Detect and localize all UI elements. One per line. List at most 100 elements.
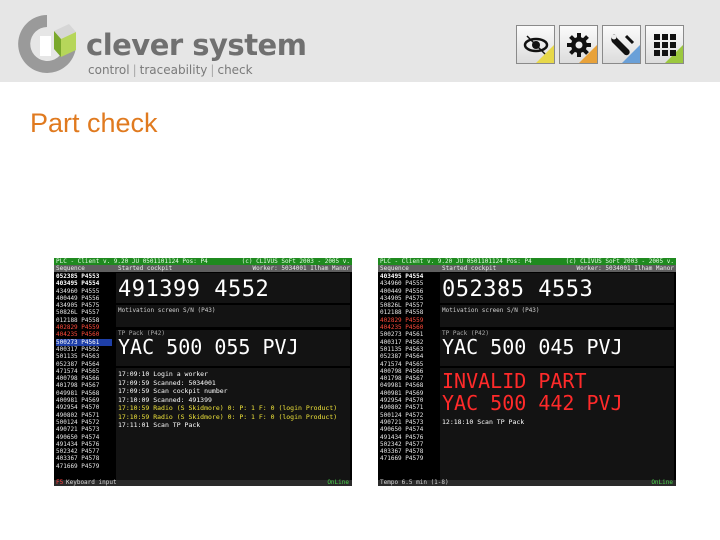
log-entry: 17:09:59 Scanned: 5034001	[118, 378, 216, 387]
tagline: control | traceability | check	[88, 63, 253, 77]
page-title: Part check	[30, 108, 158, 138]
clever-system-logo-icon	[18, 15, 76, 73]
sequence-item[interactable]: 490721 P4573	[56, 426, 112, 433]
sequence-item[interactable]: 50826L P4557	[56, 309, 112, 316]
section-header: Started cockpit	[118, 265, 173, 272]
sequence-list: 403495 P4554 434960 P4555 400449 P4556 4349…	[380, 273, 436, 463]
sequence-item[interactable]: 490802 P4571	[56, 412, 112, 419]
sequence-item[interactable]: 50826L P4557	[380, 302, 436, 309]
cockpit-number: 052385 4553	[442, 277, 594, 302]
worker-info: Worker: 5034001 Ilham Manor	[576, 265, 674, 272]
sequence-item[interactable]: 434905 P4575	[380, 295, 436, 302]
sequence-item[interactable]: 434960 P4555	[380, 280, 436, 287]
log-entry: 17:10:59 Radio (S Skidmore) 0: P: 1 F: 0…	[118, 404, 338, 412]
sequence-item[interactable]: 434905 P4575	[56, 302, 112, 309]
sequence-item[interactable]: 434960 P4555	[56, 288, 112, 295]
part-number: YAC 500 055 PVJ	[118, 335, 299, 359]
event-log: 17:09:10 Login a worker 17:09:59 Scanned:…	[118, 370, 337, 430]
motivation-label: Motivation screen S/N (P43)	[442, 307, 540, 314]
title-bar-left: PLC - Client v. 9.20 JU 0501101124 Pos: …	[380, 258, 532, 265]
sequence-item[interactable]: 492954 P4570	[56, 404, 112, 411]
log-entry: 17:09:59 Scan cockpit number	[118, 387, 228, 395]
header-banner: clever system control | traceability | check	[0, 0, 720, 82]
sequence-item[interactable]: 012188 P4558	[56, 317, 112, 324]
eye-icon	[523, 34, 548, 55]
eye-button[interactable]	[516, 25, 555, 64]
sequence-item[interactable]: 471669 P4579	[56, 463, 112, 470]
log-entry: 17:09:10 Login a worker	[118, 370, 209, 378]
sequence-item[interactable]: 490721 P4573	[380, 419, 436, 426]
sequence-item[interactable]: 491434 P4576	[380, 434, 436, 441]
sequence-item[interactable]: 049981 P4568	[56, 390, 112, 397]
sequence-item[interactable]: 471669 P4579	[380, 455, 436, 462]
sequence-item[interactable]: 052385 P4553	[56, 273, 112, 280]
sequence-item[interactable]: 400798 P4566	[380, 368, 436, 375]
tagline-check: check	[217, 63, 253, 77]
sequence-item[interactable]: 404235 P4560	[56, 331, 112, 338]
sequence-item[interactable]: 404235 P4560	[380, 324, 436, 331]
sequence-item[interactable]: 401798 P4567	[56, 382, 112, 389]
brand-name: clever system	[86, 28, 307, 62]
settings-button[interactable]	[559, 25, 598, 64]
terminal-screen-valid: PLC - Client v. 9.20 JU 0501101124 Pos: …	[54, 258, 352, 486]
sequence-item[interactable]: 400981 P4569	[380, 390, 436, 397]
sequence-item[interactable]: 471574 P4565	[380, 361, 436, 368]
status-bar: Sequence Started cockpit Worker: 5034001…	[378, 265, 676, 272]
sequence-item[interactable]: 400449 P4556	[380, 288, 436, 295]
sequence-item[interactable]: 500273 P4561	[380, 331, 436, 338]
event-log-panel: INVALID PART YAC 500 442 PVJ 12:18:10 Sc…	[440, 368, 674, 480]
sequence-item[interactable]: 492954 P4570	[380, 397, 436, 404]
event-log-panel: 17:09:10 Login a worker 17:09:59 Scanned:…	[116, 368, 350, 480]
grid-button[interactable]	[645, 25, 684, 64]
sequence-item[interactable]: 400449 P4556	[56, 295, 112, 302]
terminal-screen-invalid: PLC - Client v. 9.20 JU 0501101124 Pos: …	[378, 258, 676, 486]
sequence-item[interactable]: 049981 P4568	[380, 382, 436, 389]
sequence-item[interactable]: 501135 P4563	[56, 353, 112, 360]
tagline-traceability: traceability	[139, 63, 208, 77]
sequence-item[interactable]: 402829 P4559	[56, 324, 112, 331]
tempo-label: Tempo 6.5 min (1-8)	[380, 479, 449, 486]
sequence-item[interactable]: 403495 P4554	[56, 280, 112, 287]
online-status: OnLine	[327, 479, 349, 486]
worker-info: Worker: 5034001 Ilham Manor	[252, 265, 350, 272]
sequence-item[interactable]: 490650 P4574	[380, 426, 436, 433]
sequence-item[interactable]: 403367 P4578	[380, 448, 436, 455]
title-bar-right: (c) CLIVUS SoFt 2003 - 2005 v.	[565, 258, 674, 265]
sequence-item[interactable]: 401798 P4567	[380, 375, 436, 382]
sequence-list: 052385 P4553 403495 P4554 434960 P4555 4004…	[56, 273, 112, 470]
sequence-item[interactable]: 501135 P4563	[380, 346, 436, 353]
sequence-item[interactable]: 402829 P4559	[380, 317, 436, 324]
scan-log-line: 12:18:10 Scan TP Pack	[442, 418, 525, 426]
keyboard-input-label: Keyboard input	[66, 479, 117, 486]
bottom-bar: Tempo 6.5 min (1-8) OnLine	[378, 480, 676, 486]
tools-button[interactable]	[602, 25, 641, 64]
online-status: OnLine	[651, 479, 673, 486]
sequence-item[interactable]: 490802 P4571	[380, 404, 436, 411]
sequence-item[interactable]: 403367 P4578	[56, 455, 112, 462]
sequence-item[interactable]: 471574 P4565	[56, 368, 112, 375]
sequence-item[interactable]: 400317 P4562	[56, 346, 112, 353]
sequence-item[interactable]: 500124 P4572	[380, 412, 436, 419]
invalid-part-label: INVALID PART	[442, 369, 587, 393]
title-bar: PLC - Client v. 9.20 JU 0501101124 Pos: …	[378, 258, 676, 265]
sequence-item[interactable]: 400798 P4566	[56, 375, 112, 382]
sequence-header: Sequence	[380, 265, 409, 272]
sequence-item[interactable]: 400981 P4569	[56, 397, 112, 404]
sequence-item[interactable]: 490650 P4574	[56, 434, 112, 441]
bottom-bar: F5 Keyboard input OnLine	[54, 480, 352, 486]
function-key[interactable]: F5	[56, 480, 63, 486]
cockpit-panel: 052385 4553	[440, 273, 674, 303]
motivation-panel: Motivation screen S/N (P43)	[440, 305, 674, 327]
sequence-item[interactable]: 400317 P4562	[380, 339, 436, 346]
sequence-item[interactable]: 502342 P4577	[56, 448, 112, 455]
sequence-item[interactable]: 500124 P4572	[56, 419, 112, 426]
sequence-item[interactable]: 502342 P4577	[380, 441, 436, 448]
gear-icon	[566, 32, 591, 57]
sequence-item[interactable]: 500273 P4561	[56, 338, 112, 346]
sequence-item[interactable]: 491434 P4576	[56, 441, 112, 448]
sequence-item[interactable]: 403495 P4554	[380, 273, 436, 280]
toolbar	[516, 25, 684, 64]
sequence-item[interactable]: 052387 P4564	[380, 353, 436, 360]
sequence-item[interactable]: 012188 P4558	[380, 309, 436, 316]
sequence-item[interactable]: 052387 P4564	[56, 361, 112, 368]
